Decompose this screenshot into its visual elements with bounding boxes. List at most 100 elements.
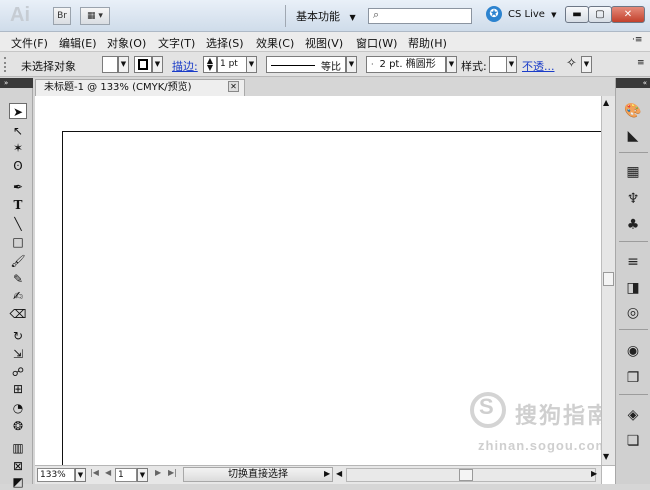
document-tab[interactable]: 未标题-1 @ 133% (CMYK/预览) ✕ xyxy=(35,79,245,96)
panel-menu-icon[interactable]: ·≡ xyxy=(632,35,642,45)
lasso-tool-icon[interactable]: ʘ xyxy=(9,158,27,174)
profile-dropdown[interactable]: ▼ xyxy=(346,56,357,73)
warp-tool-icon[interactable]: ☍ xyxy=(9,364,27,380)
shape-builder-tool-icon[interactable]: ◔ xyxy=(9,400,27,416)
menu-object[interactable]: 对象(O) xyxy=(107,35,146,51)
artboard-number-dropdown[interactable]: ▼ xyxy=(137,468,148,482)
recolor-dropdown[interactable]: ▼ xyxy=(581,56,592,73)
stroke-weight-stepper[interactable]: ▲ ▼ xyxy=(203,56,217,73)
next-artboard-icon[interactable]: ▶ xyxy=(155,468,161,477)
watermark-logo-letter: S xyxy=(479,394,494,419)
previous-artboard-icon[interactable]: ◀ xyxy=(105,468,111,477)
graph-tool-icon[interactable]: ▥ xyxy=(9,440,27,456)
bridge-button[interactable]: Br xyxy=(53,7,71,25)
brush-definition[interactable]: · 2 pt. 椭圆形 xyxy=(366,56,446,73)
last-artboard-icon[interactable]: ▶| xyxy=(168,468,177,477)
menu-view[interactable]: 视图(V) xyxy=(305,35,343,51)
close-tab-icon[interactable]: ✕ xyxy=(228,81,239,92)
rectangle-tool-icon[interactable]: □ xyxy=(9,234,27,250)
brush-dropdown[interactable]: ▼ xyxy=(446,56,457,73)
graphic-styles-panel-icon[interactable]: ❐ xyxy=(623,369,643,387)
symbols-panel-icon[interactable]: ♣ xyxy=(623,216,643,234)
fill-dropdown[interactable]: ▼ xyxy=(118,56,129,73)
stroke-dropdown[interactable]: ▼ xyxy=(152,56,163,73)
first-artboard-icon[interactable]: |◀ xyxy=(90,468,99,477)
menu-edit[interactable]: 编辑(E) xyxy=(59,35,97,51)
paintbrush-tool-icon[interactable]: 🖌 xyxy=(9,253,27,269)
fill-swatch[interactable] xyxy=(102,56,118,73)
horizontal-scroll-thumb[interactable] xyxy=(459,469,473,481)
status-menu[interactable]: 切换直接选择 xyxy=(183,467,333,482)
document-tab-title: 未标题-1 @ 133% (CMYK/预览) xyxy=(44,82,192,93)
rotate-tool-icon[interactable]: ↻ xyxy=(9,328,27,344)
cs-live-icon: ✪ xyxy=(486,6,502,22)
blob-brush-tool-icon[interactable]: ✍ xyxy=(9,288,27,304)
status-menu-arrow-icon[interactable]: ▶ xyxy=(324,469,330,478)
chevron-down-icon: ▼ xyxy=(349,13,356,22)
arrange-documents-button[interactable]: ▦ ▾ xyxy=(80,7,110,25)
toolbox-collapse-icon[interactable]: » xyxy=(0,78,33,88)
horizontal-scroll-track[interactable] xyxy=(346,468,596,482)
direct-selection-tool-icon[interactable]: ↖ xyxy=(9,123,27,139)
control-panel-menu-icon[interactable]: ≡ xyxy=(637,58,645,68)
pen-tool-icon[interactable]: ✒ xyxy=(9,179,27,195)
vertical-scrollbar[interactable]: ▲ ▼ xyxy=(601,96,615,465)
watermark-url: zhinan.sogou.com xyxy=(478,438,609,453)
cs-live-menu[interactable]: CS Live ▼ xyxy=(508,9,557,20)
layers-panel-icon[interactable]: ◈ xyxy=(623,406,643,424)
eraser-tool-icon[interactable]: ⌫ xyxy=(9,306,27,322)
scroll-left-icon[interactable]: ◀ xyxy=(336,469,342,478)
mesh-tool-icon[interactable]: ⊠ xyxy=(9,458,27,474)
magic-wand-tool-icon[interactable]: ✶ xyxy=(9,140,27,156)
menu-type[interactable]: 文字(T) xyxy=(158,35,195,51)
tools-panel: » ➤ ↖ ✶ ʘ ✒ T ╲ □ 🖌 ✎ ✍ ⌫ ↻ ⇲ ☍ ⊞ ◔ ❂ ▥ … xyxy=(0,78,33,489)
zoom-dropdown[interactable]: ▼ xyxy=(75,468,86,482)
scale-tool-icon[interactable]: ⇲ xyxy=(9,346,27,362)
recolor-artwork-icon[interactable]: ✧ xyxy=(566,56,577,71)
graphic-style-swatch[interactable] xyxy=(489,56,507,73)
gradient-panel-icon[interactable]: ◨ xyxy=(623,279,643,297)
stroke-panel-icon[interactable]: ≡ xyxy=(623,253,643,271)
stroke-weight-field[interactable]: 1 pt xyxy=(217,56,247,73)
selection-tool-icon[interactable]: ➤ xyxy=(9,103,27,119)
line-tool-icon[interactable]: ╲ xyxy=(9,216,27,232)
scroll-down-icon[interactable]: ▼ xyxy=(603,452,609,461)
menu-select[interactable]: 选择(S) xyxy=(206,35,244,51)
menu-window[interactable]: 窗口(W) xyxy=(356,35,397,51)
workspace-switcher[interactable]: 基本功能 ▼ xyxy=(296,8,356,24)
color-panel-icon[interactable]: 🎨 xyxy=(623,102,643,120)
profile-label: 等比 xyxy=(321,62,341,73)
dock-expand-icon[interactable]: « xyxy=(616,78,650,88)
scroll-up-icon[interactable]: ▲ xyxy=(603,98,609,107)
stroke-weight-dropdown[interactable]: ▼ xyxy=(246,56,257,73)
menu-file[interactable]: 文件(F) xyxy=(11,35,48,51)
brushes-panel-icon[interactable]: ♆ xyxy=(623,190,643,208)
stroke-swatch[interactable] xyxy=(134,56,152,73)
scroll-right-icon[interactable]: ▶ xyxy=(591,469,597,478)
gradient-tool-icon[interactable]: ◩ xyxy=(9,474,27,490)
zoom-field[interactable]: 133% xyxy=(37,468,75,482)
swatches-panel-icon[interactable]: ▦ xyxy=(623,163,643,181)
appearance-panel-icon[interactable]: ◉ xyxy=(623,342,643,360)
close-button[interactable]: ✕ xyxy=(611,6,645,23)
maximize-button[interactable]: ▢ xyxy=(588,6,612,23)
transparency-panel-icon[interactable]: ◎ xyxy=(623,304,643,322)
variable-width-profile[interactable]: 等比 xyxy=(266,56,346,73)
color-guide-panel-icon[interactable]: ◣ xyxy=(623,127,643,145)
brush-dot-icon: · xyxy=(371,60,374,69)
vertical-scroll-thumb[interactable] xyxy=(603,272,614,286)
control-bar: 未选择对象 ▼ ▼ 描边: ▲ ▼ 1 pt ▼ 等比 ▼ · 2 pt. 椭圆形 … xyxy=(0,52,650,77)
menu-help[interactable]: 帮助(H) xyxy=(408,35,447,51)
symbol-sprayer-tool-icon[interactable]: ❂ xyxy=(9,418,27,434)
artboard-number-field[interactable]: 1 xyxy=(115,468,137,482)
type-tool-icon[interactable]: T xyxy=(9,197,27,213)
pencil-tool-icon[interactable]: ✎ xyxy=(9,271,27,287)
minimize-button[interactable]: ▬ xyxy=(565,6,589,23)
free-transform-tool-icon[interactable]: ⊞ xyxy=(9,381,27,397)
stroke-label[interactable]: 描边: xyxy=(172,58,198,74)
search-input[interactable]: ⌕ xyxy=(368,8,472,24)
artboards-panel-icon[interactable]: ❏ xyxy=(623,432,643,450)
menu-effect[interactable]: 效果(C) xyxy=(256,35,294,51)
graphic-style-dropdown[interactable]: ▼ xyxy=(506,56,517,73)
opacity-link[interactable]: 不透... xyxy=(522,58,555,74)
